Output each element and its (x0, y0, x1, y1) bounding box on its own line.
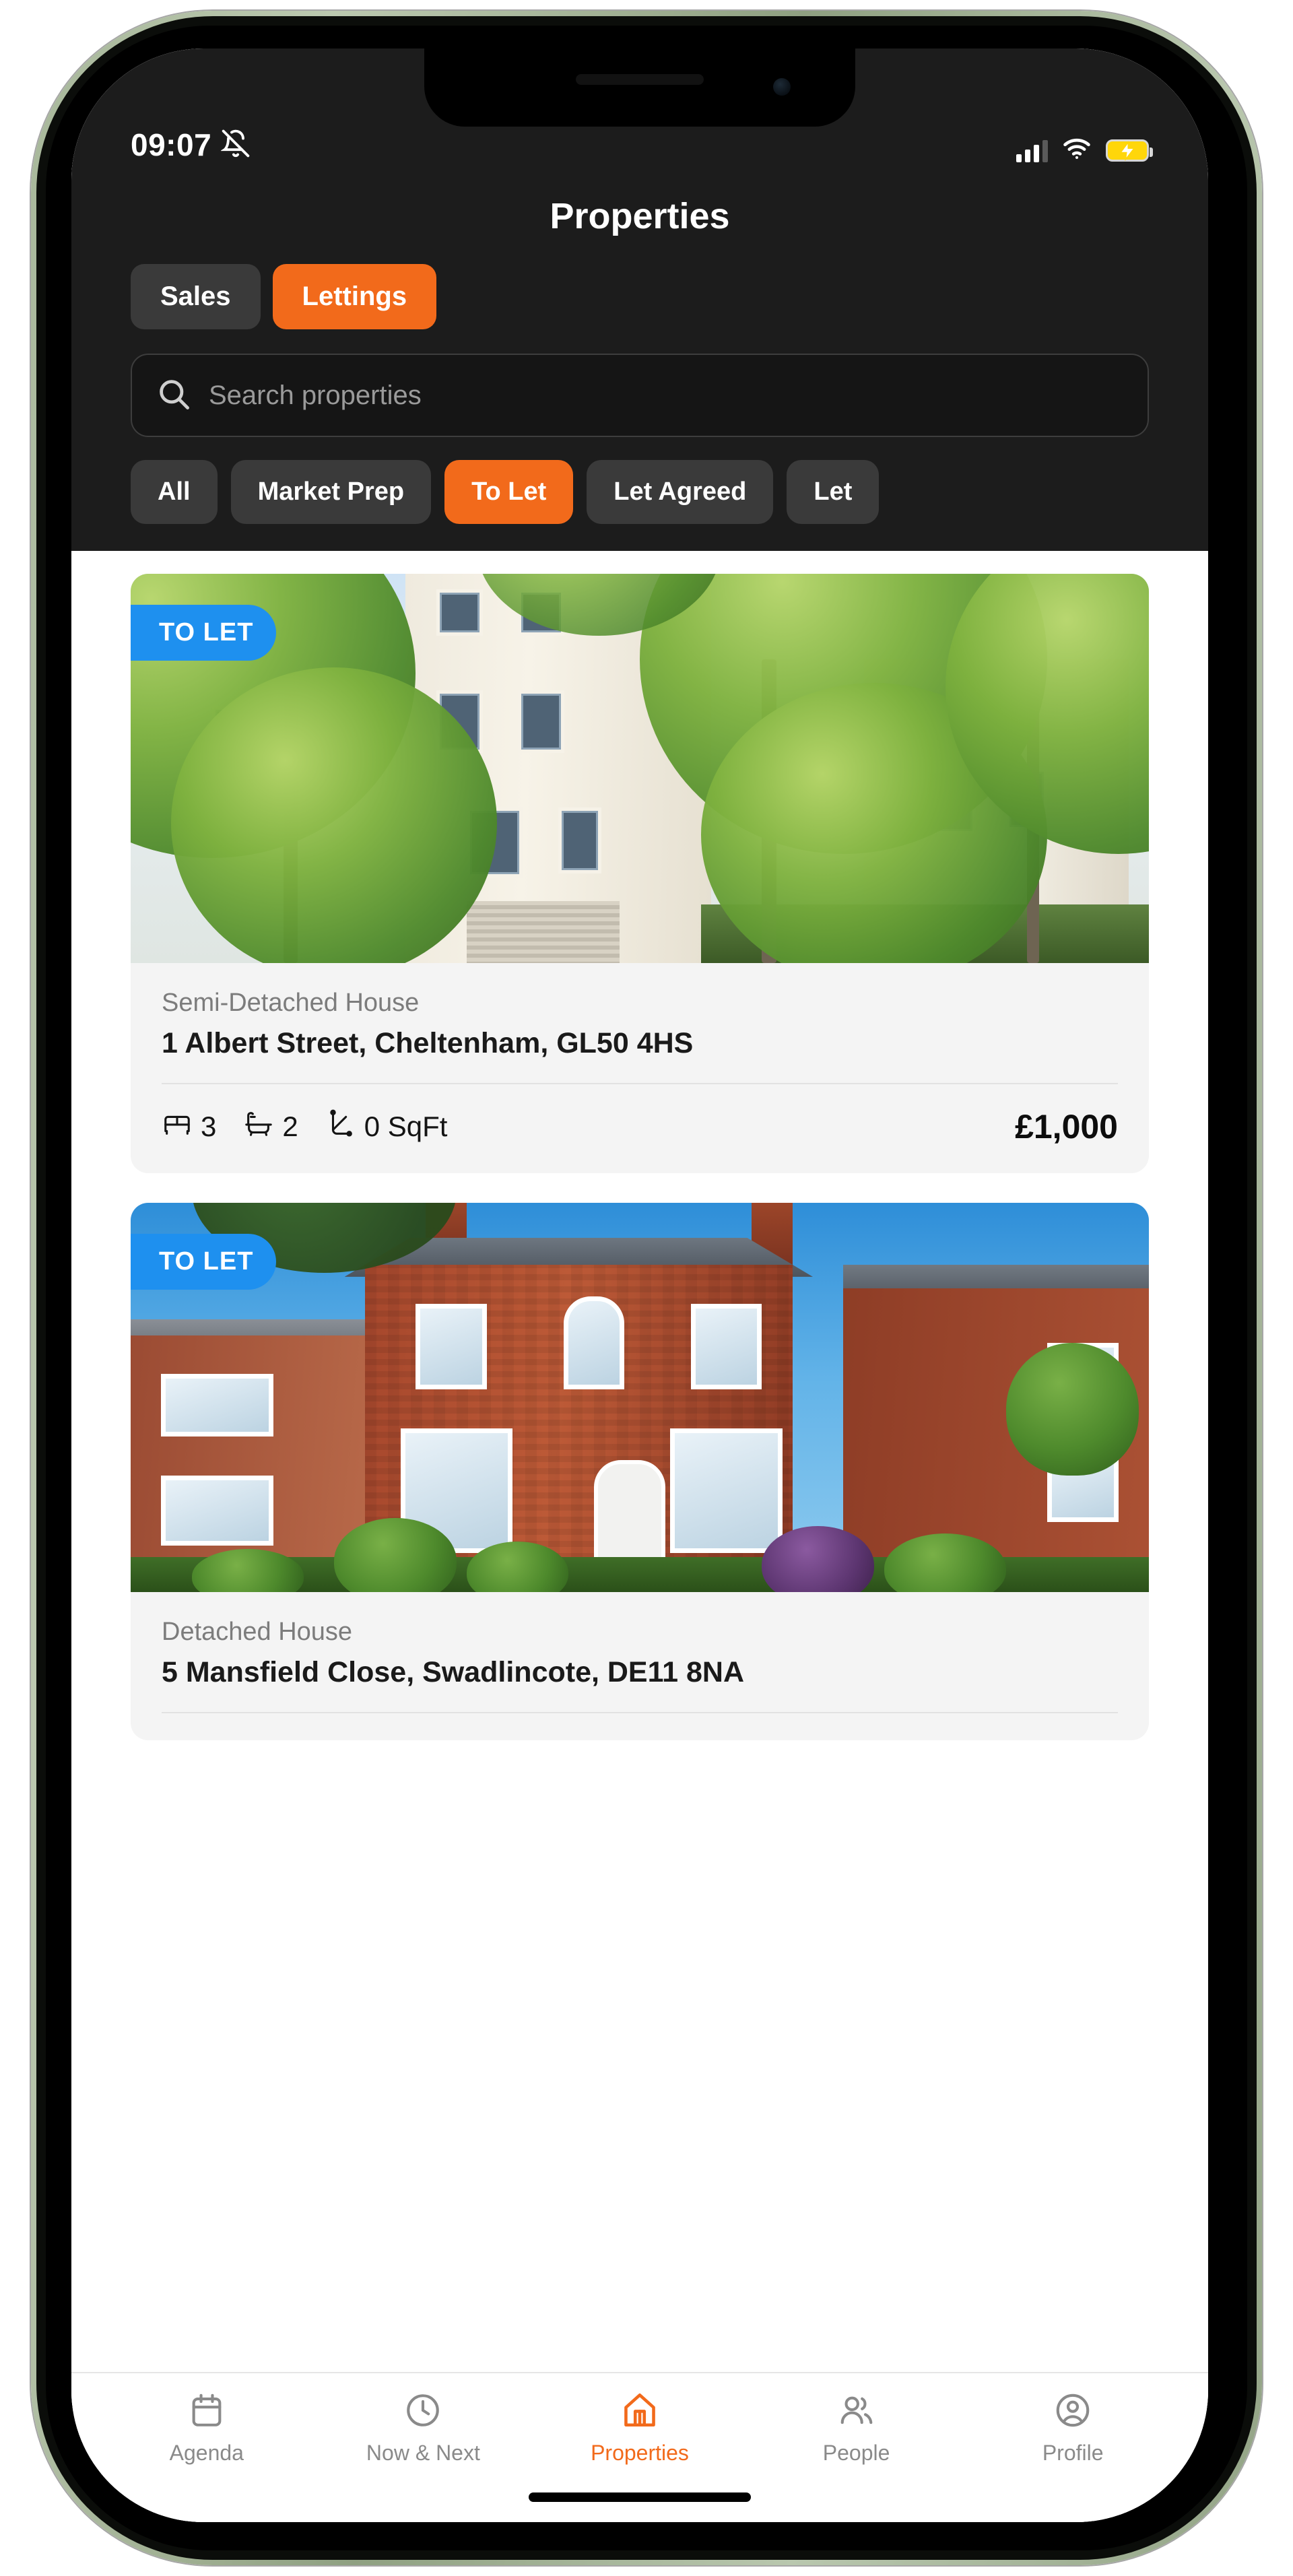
clock-icon (403, 2391, 442, 2430)
user-circle-icon (1053, 2391, 1092, 2430)
bathtub-icon (243, 1108, 274, 1146)
tab-label-people: People (822, 2441, 890, 2465)
search-container: Search properties (71, 354, 1208, 460)
tab-label-properties: Properties (591, 2441, 689, 2465)
battery-charging-icon (1106, 139, 1153, 162)
front-camera (773, 78, 791, 96)
property-details: Semi-Detached House 1 Albert Street, Che… (131, 963, 1149, 1173)
search-icon (156, 376, 191, 415)
photo-georgian-townhouse (131, 574, 1149, 963)
phone-frame: 09:07 Properties Sales Lettings Search p… (31, 11, 1262, 2565)
bed-icon (162, 1108, 193, 1146)
tab-properties[interactable]: Properties (531, 2391, 748, 2466)
property-stats-left: 3 2 0 SqFt (162, 1108, 447, 1146)
bedrooms-value: 3 (201, 1111, 217, 1142)
property-price: £1,000 (1015, 1108, 1118, 1146)
cellular-signal-icon (1016, 139, 1048, 162)
status-bar-right (1016, 138, 1153, 163)
bathrooms-value: 2 (282, 1111, 298, 1142)
search-input[interactable]: Search properties (131, 354, 1149, 437)
page-title: Properties (550, 196, 730, 236)
segment-lettings[interactable]: Lettings (272, 264, 437, 329)
people-icon (837, 2391, 876, 2430)
tab-label-agenda: Agenda (169, 2441, 244, 2465)
property-address: 5 Mansfield Close, Swadlincote, DE11 8NA (162, 1656, 745, 1688)
phone-screen: 09:07 Properties Sales Lettings Search p… (71, 48, 1208, 2522)
status-bar-left: 09:07 (131, 127, 251, 163)
tab-profile[interactable]: Profile (964, 2391, 1181, 2466)
filter-chip-to-let[interactable]: To Let (444, 460, 574, 524)
filter-chip-let-agreed[interactable]: Let Agreed (587, 460, 774, 524)
tab-label-profile: Profile (1042, 2441, 1104, 2465)
filter-chip-row[interactable]: All Market Prep To Let Let Agreed Let (71, 460, 1208, 551)
area-value: 0 SqFt (364, 1111, 448, 1142)
house-icon (620, 2391, 659, 2430)
filter-chip-let[interactable]: Let (787, 460, 880, 524)
tab-agenda[interactable]: Agenda (98, 2391, 315, 2466)
property-details: Detached House 5 Mansfield Close, Swadli… (131, 1592, 1149, 1740)
tab-now-and-next[interactable]: Now & Next (315, 2391, 532, 2466)
property-stats: 3 2 0 SqFt £1,000 (162, 1084, 1118, 1146)
tab-list: Agenda Now & Next Properties People Prof… (98, 2391, 1181, 2466)
property-photo: TO LET (131, 574, 1149, 963)
segment-control: Sales Lettings (71, 264, 1208, 354)
status-badge: TO LET (131, 605, 277, 661)
status-time: 09:07 (131, 127, 212, 162)
property-photo: TO LET (131, 1203, 1149, 1592)
property-card[interactable]: TO LET Semi-Detached House 1 Albert Stre… (131, 574, 1149, 1173)
calendar-icon (187, 2391, 226, 2430)
property-card[interactable]: TO LET Detached House 5 Mansfield Close,… (131, 1203, 1149, 1740)
notch (424, 48, 855, 127)
segment-sales[interactable]: Sales (131, 264, 261, 329)
filter-chip-market-prep[interactable]: Market Prep (230, 460, 432, 524)
home-indicator[interactable] (529, 2492, 751, 2502)
property-list: TO LET Semi-Detached House 1 Albert Stre… (71, 551, 1208, 1740)
status-badge: TO LET (131, 1234, 277, 1290)
property-address: 1 Albert Street, Cheltenham, GL50 4HS (162, 1027, 694, 1059)
bell-slash-icon (220, 129, 251, 162)
wifi-icon (1063, 138, 1091, 163)
photo-brick-detached-house (131, 1203, 1149, 1592)
bedrooms-stat: 3 (162, 1108, 216, 1146)
card-divider (162, 1712, 1118, 1713)
app-root: 09:07 Properties Sales Lettings Search p… (71, 48, 1208, 2522)
bottom-tab-bar: Agenda Now & Next Properties People Prof… (71, 2372, 1208, 2522)
search-placeholder: Search properties (209, 380, 422, 410)
tab-people[interactable]: People (748, 2391, 965, 2466)
tab-label-now-and-next: Now & Next (366, 2441, 480, 2465)
screenshot-canvas: 09:07 Properties Sales Lettings Search p… (0, 0, 1293, 2576)
earpiece-speaker (576, 74, 704, 85)
area-stat: 0 SqFt (325, 1108, 448, 1146)
filter-chip-all[interactable]: All (131, 460, 218, 524)
photo-steps (466, 900, 620, 963)
property-type: Semi-Detached House (162, 989, 420, 1017)
bathrooms-stat: 2 (243, 1108, 298, 1146)
property-type: Detached House (162, 1618, 353, 1646)
ruler-icon (325, 1108, 356, 1146)
